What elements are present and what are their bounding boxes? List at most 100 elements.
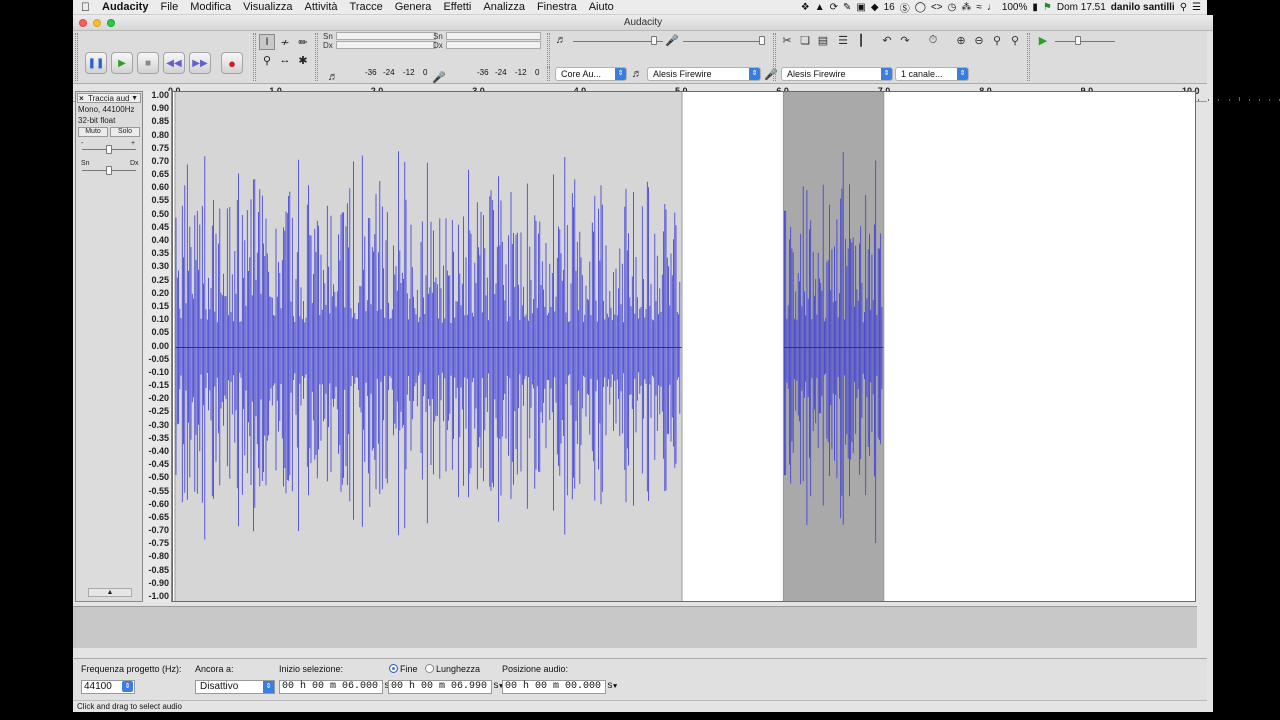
zoom-out-icon[interactable]: ⊖ [971,32,987,48]
solo-button[interactable]: Solo [110,127,140,137]
transport-toolbar-grip[interactable] [75,33,78,81]
output-volume-knob[interactable] [651,36,657,45]
menu-file[interactable]: File [154,1,184,13]
gain-knob[interactable] [106,145,112,154]
end-radio-icon[interactable] [389,664,398,673]
spotlight-icon[interactable]: ⚲ [1180,2,1187,13]
meter-toolbar-grip[interactable] [315,33,318,81]
length-radio-icon[interactable] [425,664,434,673]
mute-button[interactable]: Muto [78,127,108,137]
record-meter-speaker-icon[interactable]: ♬ [325,69,341,85]
redo-icon[interactable]: ↷ [897,32,913,48]
menu-visualizza[interactable]: Visualizza [237,1,298,13]
code-icon[interactable]: <> [931,2,943,13]
menu-genera[interactable]: Genera [389,1,438,13]
tools-toolbar-grip[interactable] [253,33,256,81]
skype-icon[interactable]: Ⓢ [900,0,910,15]
draw-tool-icon[interactable]: ✏ [295,34,311,50]
zoom-window-button[interactable] [107,19,115,27]
selection-end-time[interactable]: 00 h 00 m 06.990 s▼ [388,680,503,694]
pan-knob[interactable] [106,166,112,175]
project-rate-input[interactable]: 44100 ⇕ [81,680,135,694]
menu-effetti[interactable]: Effetti [437,1,477,13]
minimize-window-button[interactable] [93,19,101,27]
input-volume-knob[interactable] [759,36,765,45]
menu-attivita[interactable]: Attività [299,1,344,13]
bluetooth-icon[interactable]: ⁂ [961,2,971,13]
paste-icon[interactable]: ▤ [815,32,831,48]
silence-icon[interactable]: ┃ [853,32,869,48]
stop-button[interactable]: ■ [137,52,159,74]
input-volume-slider[interactable] [683,41,763,42]
timemachine-icon[interactable]: ◷ [948,2,957,13]
clock[interactable]: Dom 17.51 [1057,2,1106,13]
length-radio[interactable]: Lunghezza [425,664,480,674]
play-at-speed-grip[interactable] [1027,33,1030,81]
adobe-icon[interactable]: ◆ [871,2,879,13]
skip-end-button[interactable]: ▶▶ [189,52,211,74]
accessibility-icon[interactable]: ◯ [915,2,926,13]
menu-finestra[interactable]: Finestra [531,1,583,13]
play-speed-knob[interactable] [1075,36,1081,45]
record-button[interactable]: ● [221,52,243,74]
menu-aiuto[interactable]: Aiuto [583,1,620,13]
multi-tool-icon[interactable]: ✱ [295,52,311,68]
empty-track-area[interactable] [73,606,1197,648]
envelope-tool-icon[interactable]: ≁ [277,34,293,50]
copy-icon[interactable]: ❏ [797,32,813,48]
device-toolbar-grip[interactable] [547,67,550,81]
track-close-icon[interactable]: × [79,94,84,103]
menu-app-name[interactable]: Audacity [96,1,154,13]
end-radio[interactable]: Fine [389,664,418,674]
apple-menu-icon[interactable]:  [73,0,96,14]
play-button[interactable]: ▶ [111,52,133,74]
menu-modifica[interactable]: Modifica [184,1,237,13]
waveform-area[interactable] [172,91,1196,602]
output-volume-slider[interactable] [573,41,663,42]
input-device-select[interactable]: Alesis Firewire ⇕ [781,67,893,81]
fit-selection-icon[interactable]: ⚲ [989,32,1005,48]
audio-host-select[interactable]: Core Au... ⇕ [555,67,627,81]
selection-tool-icon[interactable]: I [259,34,275,50]
playback-meter[interactable]: Sn Dx [433,32,545,54]
close-window-button[interactable] [79,19,87,27]
zoom-tool-icon[interactable]: ⚲ [259,52,275,68]
wifi-icon[interactable]: ≈ [976,2,982,13]
sync-icon[interactable]: ⟳ [830,2,838,13]
output-device-select[interactable]: Alesis Firewire ⇕ [647,67,761,81]
notification-center-icon[interactable]: ☰ [1192,2,1201,13]
cut-icon[interactable]: ✂ [779,32,795,48]
zoom-in-icon[interactable]: ⊕ [953,32,969,48]
flag-icon[interactable]: ⚑ [1043,2,1052,13]
timeshift-tool-icon[interactable]: ↔ [277,52,293,68]
skip-start-button[interactable]: ◀◀ [163,52,185,74]
audio-position-time[interactable]: 00 h 00 m 00.000 s▼ [502,680,617,694]
selection-start-time[interactable]: 00 h 00 m 06.000 s▼ [279,680,394,694]
volume-icon[interactable]: ♩ [987,2,997,13]
menu-tracce[interactable]: Tracce [344,1,389,13]
undo-icon[interactable]: ↶ [879,32,895,48]
user-name[interactable]: danilo santilli [1111,2,1175,13]
chevron-down-icon[interactable]: ▼ [613,683,617,691]
play-at-speed-icon[interactable]: ▶ [1035,32,1051,48]
snap-to-select[interactable]: Disattivo ⇕ [195,680,275,694]
drive-icon[interactable]: ▲ [815,2,825,13]
evernote-icon[interactable]: ✎ [843,2,851,13]
notification-count[interactable]: 16 [884,2,895,13]
battery-icon[interactable]: ▮ [1032,2,1038,13]
play-speed-slider[interactable] [1055,41,1115,42]
input-channels-select[interactable]: 1 canale... ⇕ [895,67,969,81]
track-menu-chevron-down-icon[interactable]: ▼ [131,94,138,103]
track-name[interactable]: Traccia aud [88,94,130,103]
collapse-track-button[interactable]: ▲ [88,588,132,597]
pause-button[interactable]: ❚❚ [85,52,107,74]
dropbox-icon[interactable]: ❖ [801,2,810,13]
battery-percent[interactable]: 100% [1002,2,1028,13]
fit-project-icon[interactable]: ⚲ [1007,32,1023,48]
sync-lock-icon[interactable]: ⏱ [925,32,941,48]
menu-analizza[interactable]: Analizza [477,1,531,13]
record-meter[interactable]: Sn Dx [323,32,441,54]
mic-icon[interactable]: 🎤 [431,69,447,85]
trim-icon[interactable]: ☰ [835,32,851,48]
screen-icon[interactable]: ▣ [856,2,865,13]
